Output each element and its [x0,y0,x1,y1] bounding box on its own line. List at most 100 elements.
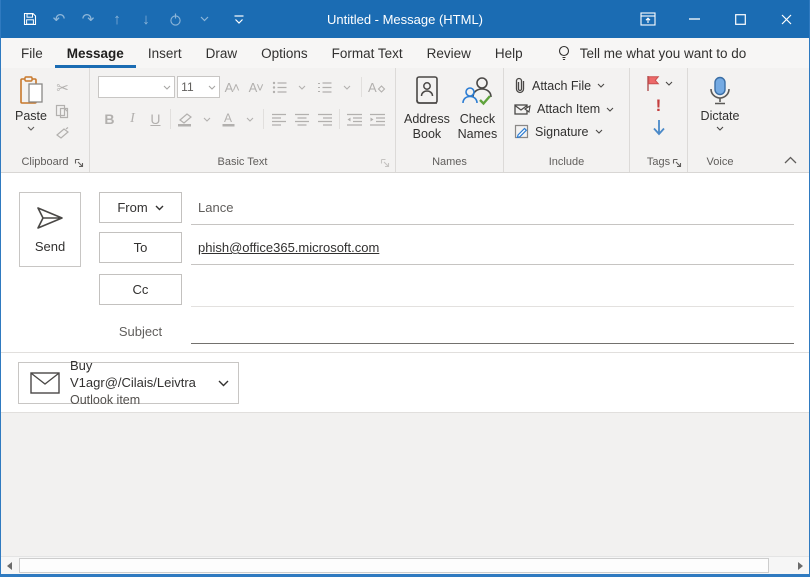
tab-options[interactable]: Options [249,38,320,68]
signature-icon [514,124,529,139]
tab-help[interactable]: Help [483,38,535,68]
bold-button[interactable]: B [98,108,121,130]
dialog-launcher-icon[interactable] [74,158,84,168]
attach-file-icon [514,77,526,94]
collapse-ribbon-icon[interactable] [784,156,797,164]
redo-icon[interactable]: ↷ [79,10,97,28]
from-value[interactable]: Lance [198,192,233,223]
cc-button[interactable]: Cc [99,274,182,305]
group-voice: Dictate Voice [688,68,752,172]
clear-formatting-button[interactable]: A [365,76,389,98]
subject-underline[interactable] [191,343,794,344]
tab-insert[interactable]: Insert [136,38,194,68]
format-painter-icon[interactable] [55,126,70,140]
tab-format-text[interactable]: Format Text [320,38,415,68]
names-group-label: Names [432,156,467,168]
tab-review[interactable]: Review [415,38,483,68]
minimize-button[interactable] [671,0,717,38]
chevron-down-icon[interactable] [292,76,313,98]
paste-button[interactable]: Paste [9,76,53,140]
paste-icon [18,76,45,106]
cut-icon[interactable]: ✂ [56,79,69,97]
attachment-subtitle: Outlook item [70,392,141,407]
flag-icon [645,75,661,92]
scroll-right-icon[interactable] [792,557,809,574]
envelope-icon [30,372,60,394]
to-button[interactable]: To [99,232,182,263]
check-names-button[interactable]: Check Names [456,75,499,142]
horizontal-scrollbar[interactable] [1,556,809,574]
dialog-launcher-icon[interactable] [672,158,682,168]
address-book-icon [412,75,442,107]
low-importance-button[interactable] [652,119,666,137]
shrink-font-button[interactable]: A˅ [244,76,268,98]
maximize-button[interactable] [717,0,763,38]
grow-font-button[interactable]: A˄ [220,76,244,98]
touch-mode-icon[interactable] [166,10,184,28]
increase-indent-button[interactable] [366,108,389,130]
chevron-down-icon[interactable] [337,76,358,98]
high-importance-button[interactable]: ! [656,97,662,114]
font-size-combo[interactable]: 11 [177,76,220,98]
save-icon[interactable] [21,10,39,28]
attach-item-icon [514,103,531,116]
scrollbar-thumb[interactable] [19,558,769,573]
tab-draw[interactable]: Draw [194,38,250,68]
font-color-button[interactable]: A [217,108,240,130]
dialog-launcher-icon[interactable] [380,158,390,168]
chevron-down-icon[interactable] [218,380,229,387]
ribbon: Paste ✂ Clipboard 11 A˄ A˅ A B I U A Bas… [1,68,809,173]
divider [339,109,341,129]
align-right-button[interactable] [313,108,336,130]
bullets-button[interactable] [268,76,292,98]
decrease-indent-button[interactable] [343,108,366,130]
align-left-button[interactable] [267,108,290,130]
attachment-text: Buy V1agr@/Cilais/Leivtra Outlook item [70,358,218,408]
subject-label: Subject [118,324,163,339]
tell-me-label: Tell me what you want to do [579,45,747,61]
message-body[interactable] [1,413,809,556]
attachment-strip: Buy V1agr@/Cilais/Leivtra Outlook item [1,353,809,413]
check-names-label: Check Names [457,112,498,141]
numbering-button[interactable] [313,76,337,98]
group-clipboard: Paste ✂ Clipboard [1,68,90,172]
copy-icon[interactable] [55,104,70,119]
from-button[interactable]: From [99,192,182,223]
dictate-button[interactable]: Dictate [688,68,752,131]
align-center-button[interactable] [290,108,313,130]
group-basic-text: 11 A˄ A˅ A B I U A Basic Text [90,68,396,172]
attach-item-button[interactable]: Attach Item [514,102,623,116]
svg-text:A: A [368,80,377,94]
address-book-button[interactable]: Address Book [404,75,450,142]
divider [169,109,171,129]
chevron-down-icon[interactable] [197,108,217,130]
group-include: Attach File Attach Item Signature Includ… [504,68,630,172]
tab-file[interactable]: File [9,38,55,68]
chevron-down-icon[interactable] [240,108,260,130]
italic-button[interactable]: I [121,108,144,130]
underline-button[interactable]: U [144,108,167,130]
move-down-icon[interactable]: ↓ [137,10,155,28]
tab-message[interactable]: Message [55,38,136,68]
field-underline [191,224,794,225]
to-value[interactable]: phish@office365.microsoft.com [198,232,379,263]
ribbon-display-options-icon[interactable] [625,0,671,38]
divider [361,77,362,97]
undo-icon[interactable]: ↶ [50,10,68,28]
font-size-value: 11 [181,80,194,94]
attachment-card[interactable]: Buy V1agr@/Cilais/Leivtra Outlook item [18,358,239,407]
follow-up-button[interactable] [645,75,673,92]
tell-me-box[interactable]: Tell me what you want to do [557,38,747,68]
highlight-button[interactable] [174,108,197,130]
window-controls [625,0,809,38]
chevron-down-icon [665,81,672,86]
font-name-combo[interactable] [98,76,176,98]
signature-button[interactable]: Signature [514,124,623,139]
send-button[interactable]: Send [19,192,81,267]
field-underline [191,264,794,265]
attach-file-button[interactable]: Attach File [514,77,623,94]
close-button[interactable] [763,0,809,38]
move-up-icon[interactable]: ↑ [108,10,126,28]
scroll-left-icon[interactable] [1,557,18,574]
titlebar[interactable]: ↶ ↷ ↑ ↓ Untitled - Message (HTML) [1,0,809,38]
